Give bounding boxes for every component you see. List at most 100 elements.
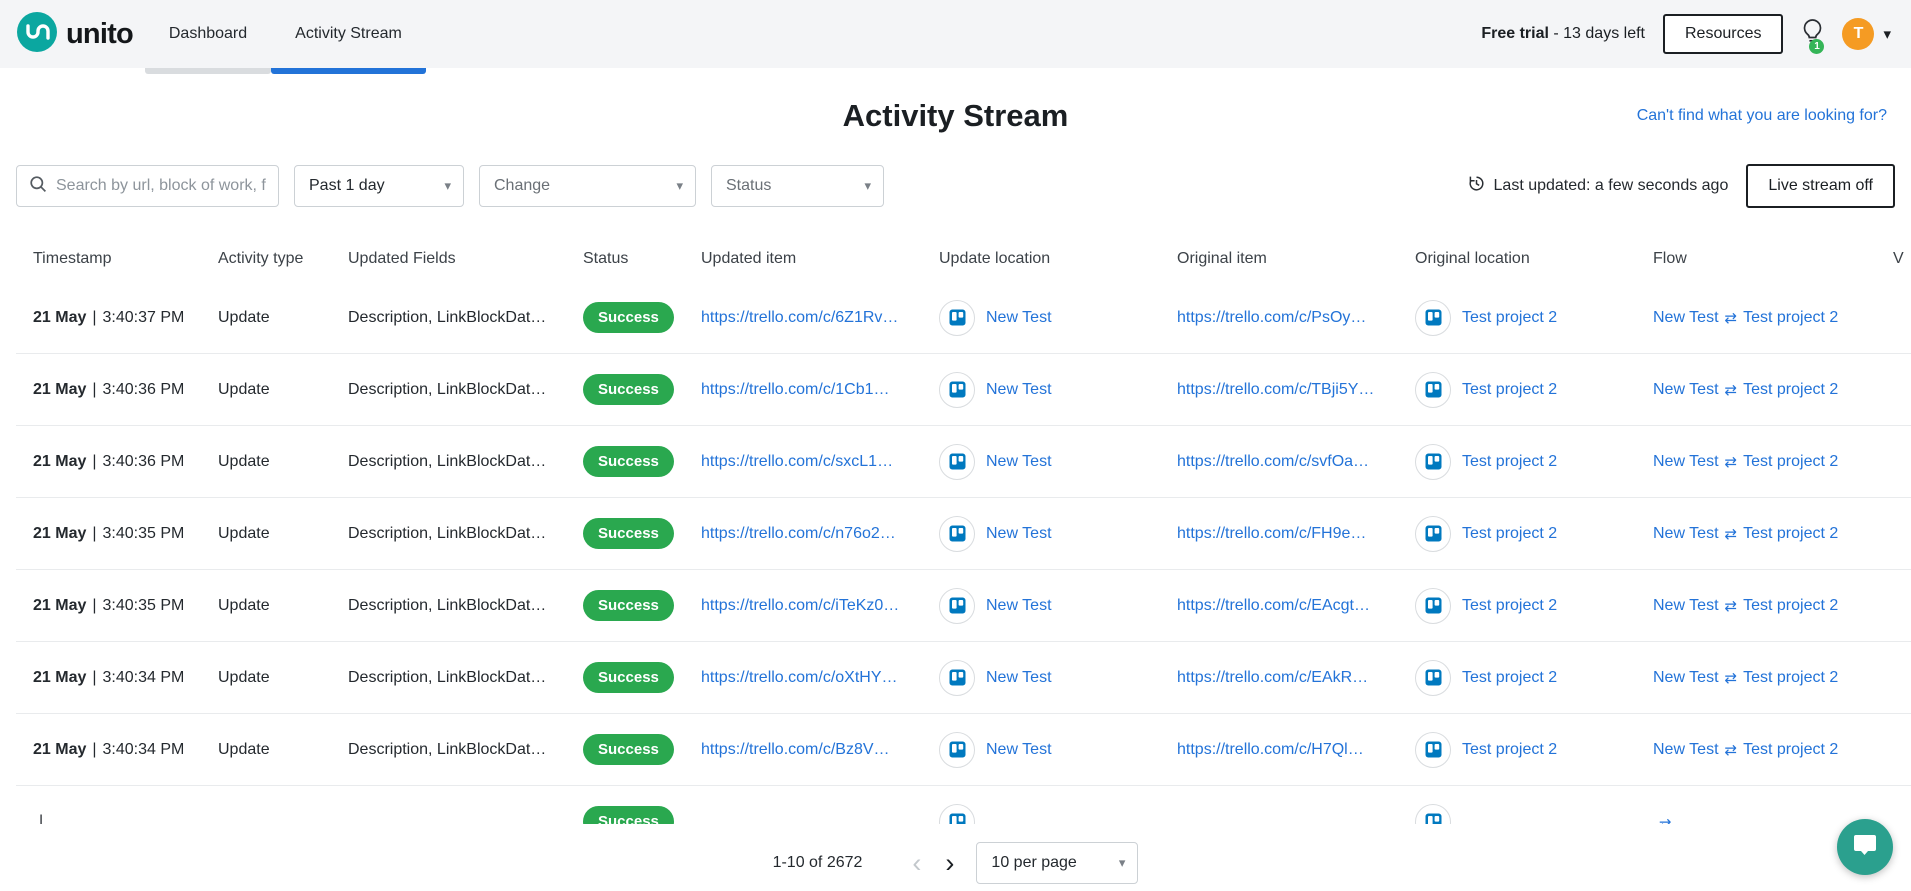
cell-flow: New Test ⇄ Test project 2 xyxy=(1653,669,1893,687)
search-box[interactable] xyxy=(16,165,279,207)
table-row: 21 May | 3:40:36 PM Update Description, Li… xyxy=(16,426,1911,498)
sync-arrows-icon: ⇄ xyxy=(1724,669,1738,687)
trello-icon xyxy=(939,587,975,624)
flow-link[interactable]: ⇄ xyxy=(1653,815,1678,825)
cell-timestamp: 21 May | 3:40:35 PM xyxy=(33,524,185,542)
trello-icon xyxy=(939,515,975,552)
table-row: 21 May | 3:40:37 PM Update Description, Li… xyxy=(16,282,1911,354)
cell-original-location: Test project 2 xyxy=(1415,515,1653,552)
updated-item-link[interactable]: https://trello.com/c/1Cb1… xyxy=(701,381,890,398)
pagination: 1-10 of 2672 ‹ › 10 per page ▾ xyxy=(0,842,1911,884)
original-item-link[interactable]: https://trello.com/c/PsOy… xyxy=(1177,309,1366,326)
per-page-select[interactable]: 10 per page ▾ xyxy=(976,842,1139,884)
update-location-link[interactable]: New Test xyxy=(986,309,1052,327)
original-item-link[interactable]: https://trello.com/c/TBji5Y… xyxy=(1177,381,1374,398)
trello-icon xyxy=(939,299,975,336)
update-location-link[interactable]: New Test xyxy=(986,525,1052,543)
update-location-link[interactable]: New Test xyxy=(986,741,1052,759)
cell-timestamp: 21 May | 3:40:36 PM xyxy=(33,452,185,470)
updated-item-link[interactable]: https://trello.com/c/Bz8V… xyxy=(701,741,890,758)
cell-activity-type: Update xyxy=(218,668,270,686)
original-location-link[interactable]: Test project 2 xyxy=(1462,741,1557,759)
cell-activity-type: Update xyxy=(218,740,270,758)
chevron-down-icon: ▾ xyxy=(864,178,871,193)
cell-update-location xyxy=(939,803,1177,824)
cell-updated-fields: Description, LinkBlockDat… xyxy=(348,668,547,686)
unito-logo-icon xyxy=(16,11,58,58)
cell-status: Success xyxy=(583,374,701,405)
original-location-link[interactable]: Test project 2 xyxy=(1462,669,1557,687)
user-menu[interactable]: T ▾ xyxy=(1842,18,1891,50)
updated-item-link[interactable]: https://trello.com/c/6Z1Rv… xyxy=(701,309,898,326)
trello-icon xyxy=(1415,659,1451,696)
original-location-link[interactable]: Test project 2 xyxy=(1462,525,1557,543)
search-icon xyxy=(29,175,56,198)
flow-link[interactable]: New Test ⇄ Test project 2 xyxy=(1653,669,1838,687)
notification-badge: 1 xyxy=(1809,38,1825,54)
pagination-range: 1-10 of 2672 xyxy=(772,854,863,871)
table-row: 21 May | 3:40:35 PM Update Description, Li… xyxy=(16,498,1911,570)
live-stream-toggle[interactable]: Live stream off xyxy=(1746,164,1895,208)
trello-icon xyxy=(939,803,975,824)
cell-update-location: New Test xyxy=(939,515,1177,552)
flow-link[interactable]: New Test ⇄ Test project 2 xyxy=(1653,597,1838,615)
original-item-link[interactable]: https://trello.com/c/FH9e… xyxy=(1177,525,1366,542)
search-input[interactable] xyxy=(56,177,270,195)
cell-original-location: Test project 2 xyxy=(1415,659,1653,696)
status-badge: Success xyxy=(583,446,674,477)
original-location-link[interactable]: Test project 2 xyxy=(1462,309,1557,327)
original-item-link[interactable]: https://trello.com/c/svfOa… xyxy=(1177,453,1369,470)
cell-update-location: New Test xyxy=(939,587,1177,624)
chat-launcher[interactable] xyxy=(1837,819,1893,875)
update-location-link[interactable]: New Test xyxy=(986,597,1052,615)
tab-dashboard[interactable]: Dashboard xyxy=(144,0,272,74)
cell-updated-item: https://trello.com/c/iTeKz0… xyxy=(701,597,939,615)
col-header-timestamp: Timestamp xyxy=(33,250,112,267)
help-link[interactable]: Can't find what you are looking for? xyxy=(1637,107,1887,125)
cell-update-location: New Test xyxy=(939,731,1177,768)
date-range-select[interactable]: Past 1 day ▾ xyxy=(294,165,464,207)
update-location-link[interactable]: New Test xyxy=(986,453,1052,471)
updated-item-link[interactable]: https://trello.com/c/oXtHY… xyxy=(701,669,898,686)
resources-button[interactable]: Resources xyxy=(1662,14,1784,54)
original-location-link[interactable]: Test project 2 xyxy=(1462,381,1557,399)
change-select[interactable]: Change ▾ xyxy=(479,165,696,207)
page-title: Activity Stream xyxy=(842,98,1069,133)
cell-flow: New Test ⇄ Test project 2 xyxy=(1653,381,1893,399)
trello-icon xyxy=(939,731,975,768)
cell-original-item: https://trello.com/c/FH9e… xyxy=(1177,525,1415,543)
updated-item-link[interactable]: https://trello.com/c/iTeKz0… xyxy=(701,597,899,614)
original-item-link[interactable]: https://trello.com/c/EAkR… xyxy=(1177,669,1368,686)
original-item-link[interactable]: https://trello.com/c/H7Ql… xyxy=(1177,741,1364,758)
update-location-link[interactable]: New Test xyxy=(986,381,1052,399)
next-page-button[interactable]: › xyxy=(933,849,966,877)
updated-item-link[interactable]: https://trello.com/c/n76o2… xyxy=(701,525,896,542)
table-row: | Success ⇄ xyxy=(16,786,1911,824)
cell-activity-type: Update xyxy=(218,380,270,398)
chevron-down-icon: ▾ xyxy=(676,178,683,193)
update-location-link[interactable]: New Test xyxy=(986,669,1052,687)
notifications-button[interactable]: 1 xyxy=(1801,18,1825,54)
table-row: 21 May | 3:40:34 PM Update Description, Li… xyxy=(16,714,1911,786)
status-select[interactable]: Status ▾ xyxy=(711,165,884,207)
original-item-link[interactable]: https://trello.com/c/EAcgt… xyxy=(1177,597,1370,614)
prev-page-button[interactable]: ‹ xyxy=(900,849,933,877)
flow-link[interactable]: New Test ⇄ Test project 2 xyxy=(1653,309,1838,327)
col-header-update-location: Update location xyxy=(939,250,1051,267)
flow-link[interactable]: New Test ⇄ Test project 2 xyxy=(1653,381,1838,399)
col-header-updated-item: Updated item xyxy=(701,250,797,267)
flow-link[interactable]: New Test ⇄ Test project 2 xyxy=(1653,453,1838,471)
flow-link[interactable]: New Test ⇄ Test project 2 xyxy=(1653,741,1838,759)
tab-activity-stream[interactable]: Activity Stream xyxy=(271,0,426,74)
cell-update-location: New Test xyxy=(939,299,1177,336)
trello-icon xyxy=(1415,443,1451,480)
cell-original-item: https://trello.com/c/EAkR… xyxy=(1177,669,1415,687)
updated-item-link[interactable]: https://trello.com/c/sxcL1… xyxy=(701,453,893,470)
flow-link[interactable]: New Test ⇄ Test project 2 xyxy=(1653,525,1838,543)
cell-original-location: Test project 2 xyxy=(1415,371,1653,408)
cell-original-location: Test project 2 xyxy=(1415,299,1653,336)
original-location-link[interactable]: Test project 2 xyxy=(1462,597,1557,615)
brand-logo[interactable]: unito xyxy=(16,11,134,58)
cell-status: Success xyxy=(583,734,701,765)
original-location-link[interactable]: Test project 2 xyxy=(1462,453,1557,471)
